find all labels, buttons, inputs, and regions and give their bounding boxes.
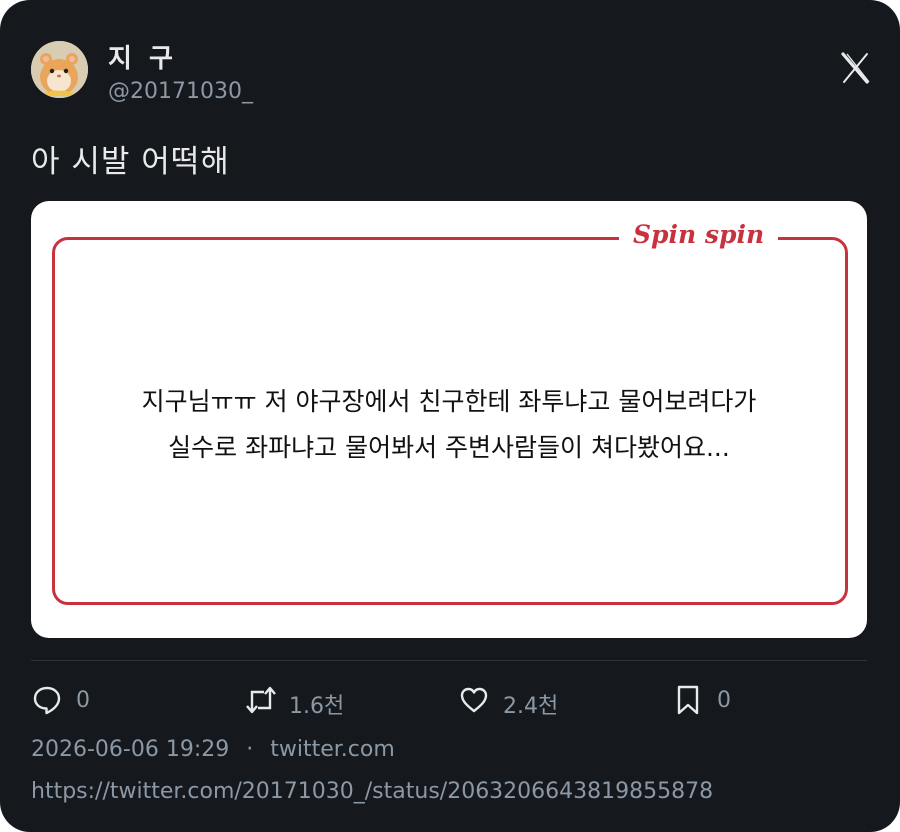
- message-line-1: 지구님ㅠㅠ 저 야구장에서 친구한테 좌투냐고 물어보려다가: [141, 387, 757, 416]
- divider: [31, 660, 867, 661]
- reply-icon: [33, 686, 61, 715]
- tweet-media-image[interactable]: Spin spin 지구님ㅠㅠ 저 야구장에서 친구한테 좌투냐고 물어보려다가…: [31, 201, 867, 638]
- brand-logo: Spin spin: [619, 220, 779, 249]
- like-button[interactable]: 2.4천: [458, 684, 568, 719]
- reply-button[interactable]: 0: [31, 684, 101, 718]
- bookmark-button[interactable]: 0: [674, 684, 744, 718]
- x-logo-icon[interactable]: [840, 52, 870, 84]
- tweet-meta: 2026-06-06 19:29 · twitter.com: [31, 737, 395, 762]
- message-line-2: 실수로 좌파냐고 물어봐서 주변사람들이 쳐다봤어요...: [168, 433, 730, 462]
- display-name[interactable]: 지 구: [108, 38, 177, 75]
- retweet-button[interactable]: 1.6천: [244, 684, 354, 719]
- message-frame: [52, 237, 848, 605]
- tweet-text: 아 시발 어떡해: [31, 144, 230, 180]
- reply-count: 0: [76, 688, 90, 713]
- timestamp[interactable]: 2026-06-06 19:29: [31, 737, 229, 762]
- retweet-icon: [246, 686, 276, 714]
- bookmark-icon: [677, 685, 699, 715]
- tweet-card: 지 구 @20171030_ 아 시발 어떡해 Spin spin 지구님ㅠㅠ …: [0, 0, 900, 832]
- retweet-count: 1.6천: [289, 694, 345, 719]
- avatar[interactable]: [31, 41, 88, 98]
- tweet-url-link[interactable]: https://twitter.com/20171030_/status/206…: [31, 779, 713, 804]
- source-link[interactable]: twitter.com: [270, 737, 395, 762]
- like-count: 2.4천: [503, 694, 559, 719]
- meta-separator: ·: [246, 737, 254, 762]
- user-handle[interactable]: @20171030_: [108, 79, 253, 104]
- heart-icon: [460, 687, 488, 713]
- hamster-avatar-icon: [31, 41, 88, 98]
- bookmark-count: 0: [717, 688, 731, 713]
